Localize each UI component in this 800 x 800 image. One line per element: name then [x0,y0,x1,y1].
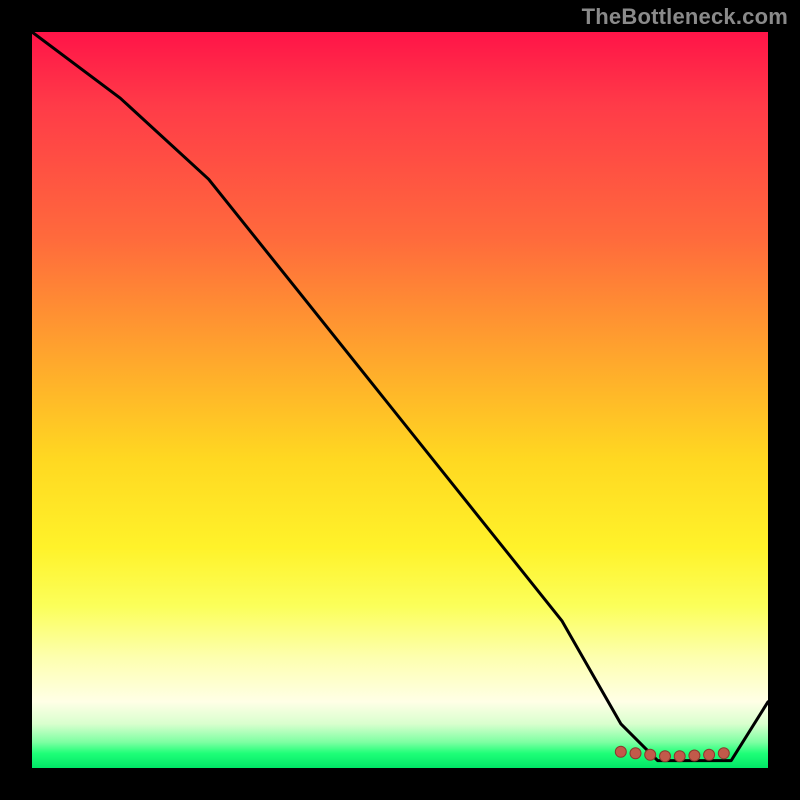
dot [630,748,641,759]
dot [660,751,671,762]
plot-area [32,32,768,768]
chart-svg [32,32,768,768]
chart-container: TheBottleneck.com [0,0,800,800]
dot [645,749,656,760]
attribution-text: TheBottleneck.com [582,4,788,30]
dot [615,746,626,757]
dot [718,748,729,759]
dot [704,749,715,760]
dot [689,750,700,761]
dot [674,751,685,762]
series-curve [32,32,768,761]
